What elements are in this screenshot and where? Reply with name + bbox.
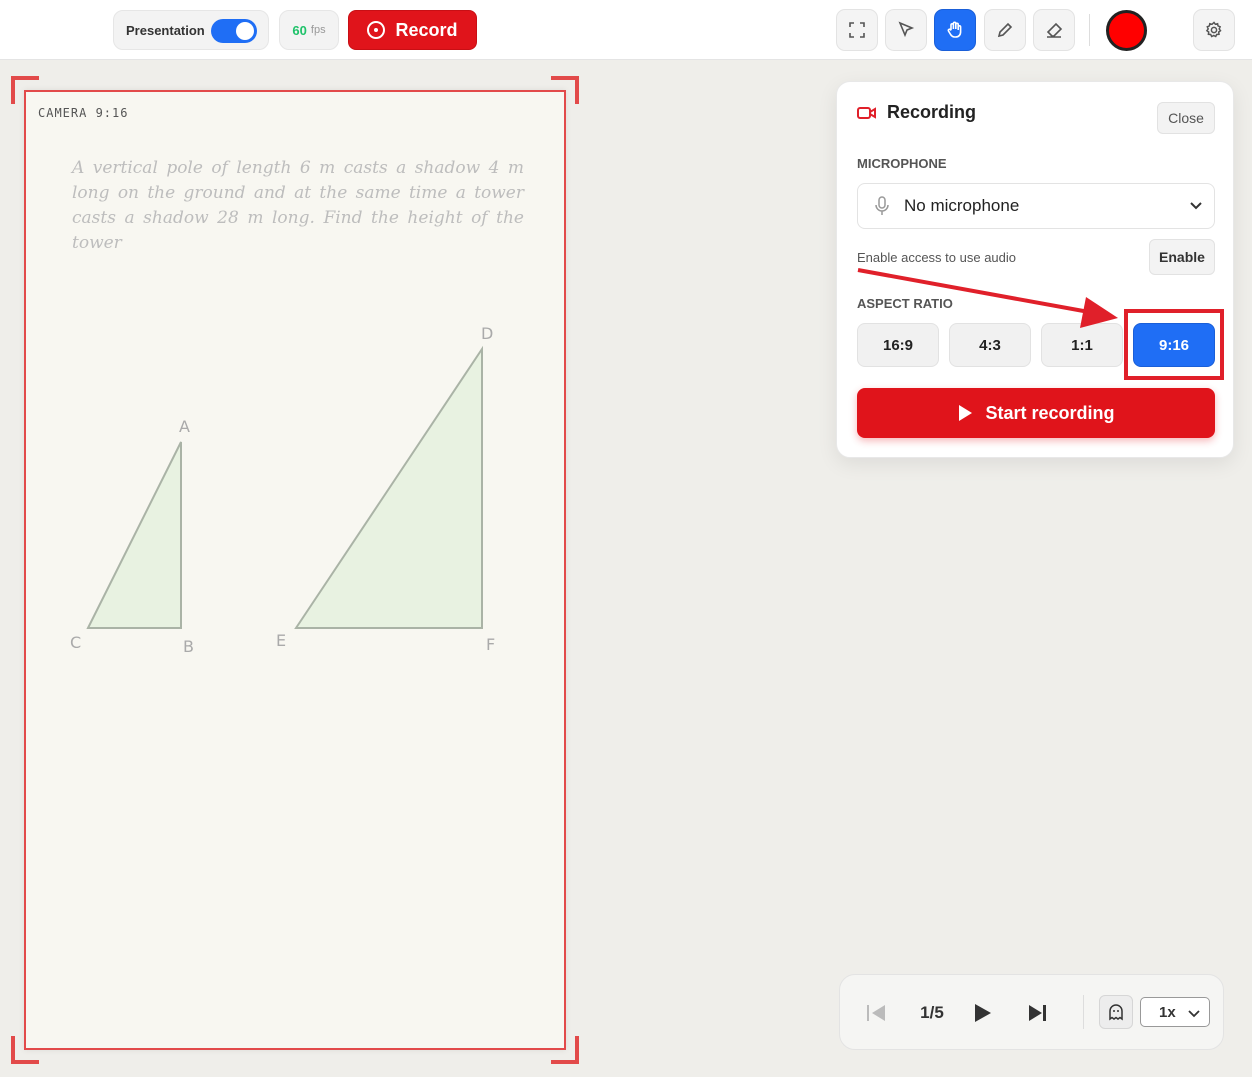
pointer-icon — [898, 21, 915, 38]
pointer-tool-button[interactable] — [885, 9, 927, 51]
fps-unit: fps — [310, 24, 326, 36]
page-indicator: 1/5 — [920, 1003, 944, 1022]
ratio-4-3-button[interactable]: 4:3 — [949, 323, 1031, 367]
presentation-toggle-group: Presentation — [113, 10, 269, 50]
close-button[interactable]: Close — [1157, 102, 1215, 134]
eraser-tool-button[interactable] — [1033, 9, 1075, 51]
presentation-toggle[interactable] — [211, 19, 257, 43]
ratio-1-1-button[interactable]: 1:1 — [1041, 323, 1123, 367]
play-icon — [959, 405, 973, 421]
color-picker[interactable] — [1106, 10, 1147, 51]
large-triangle — [294, 345, 483, 629]
pencil-icon — [997, 22, 1013, 38]
fullscreen-icon — [849, 22, 865, 38]
fps-value: 60 — [292, 22, 307, 38]
chevron-down-icon — [1190, 202, 1202, 210]
point-a: A — [179, 417, 190, 436]
play-button[interactable] — [970, 1001, 994, 1025]
skip-forward-icon — [1029, 1005, 1046, 1021]
speed-value: 1x — [1159, 1003, 1176, 1021]
skip-to-end-button[interactable] — [1026, 1001, 1050, 1025]
settings-button[interactable] — [1193, 9, 1235, 51]
skip-back-icon — [867, 1005, 885, 1021]
toolbar-divider — [1089, 14, 1090, 46]
enable-hint: Enable access to use audio — [857, 250, 1016, 265]
top-toolbar: Presentation 60 fps Record — [0, 0, 1252, 60]
speed-select[interactable]: 1x — [1140, 997, 1210, 1027]
eraser-icon — [1046, 22, 1063, 38]
fullscreen-button[interactable] — [836, 9, 878, 51]
point-b: B — [183, 637, 194, 656]
panel-header: Recording — [857, 102, 976, 123]
small-triangle — [86, 441, 182, 629]
playback-bar: 1/5 1x — [839, 974, 1224, 1050]
point-d: D — [481, 324, 493, 343]
camera-frame[interactable]: CAMERA 9:16 A vertical pole of length 6 … — [24, 90, 566, 1050]
hand-icon — [947, 21, 962, 38]
skip-to-start-button[interactable] — [864, 1001, 888, 1025]
record-icon — [367, 21, 386, 39]
chevron-down-icon — [1188, 1010, 1200, 1018]
point-f: F — [486, 635, 495, 654]
record-button[interactable]: Record — [348, 10, 477, 50]
pencil-tool-button[interactable] — [984, 9, 1026, 51]
panel-title: Recording — [887, 102, 977, 122]
microphone-icon — [875, 196, 889, 215]
toggle-knob — [236, 22, 254, 40]
video-camera-icon — [857, 106, 876, 119]
point-c: C — [70, 633, 81, 652]
start-recording-label: Start recording — [985, 402, 1115, 423]
play-icon — [975, 1004, 991, 1022]
record-label: Record — [395, 19, 458, 40]
gear-icon — [1205, 21, 1222, 38]
recording-panel: Recording Close MICROPHONE No microphone… — [836, 81, 1234, 458]
onion-skin-button[interactable] — [1099, 995, 1133, 1029]
microphone-value: No microphone — [904, 196, 1020, 215]
playback-divider — [1083, 995, 1084, 1029]
microphone-label: MICROPHONE — [857, 156, 947, 171]
ratio-16-9-button[interactable]: 16:9 — [857, 323, 939, 367]
aspect-ratio-label: ASPECT RATIO — [857, 296, 953, 311]
triangles-drawing: A B C D E F — [70, 324, 495, 656]
presentation-label: Presentation — [126, 22, 205, 38]
ghost-icon — [1109, 1004, 1123, 1021]
enable-audio-button[interactable]: Enable — [1149, 239, 1215, 275]
annotation-highlight-box — [1124, 309, 1224, 380]
hand-tool-button[interactable] — [934, 9, 976, 51]
microphone-select[interactable]: No microphone — [857, 183, 1215, 229]
point-e: E — [276, 631, 286, 650]
fps-indicator: 60 fps — [279, 10, 339, 50]
start-recording-button[interactable]: Start recording — [857, 388, 1215, 438]
